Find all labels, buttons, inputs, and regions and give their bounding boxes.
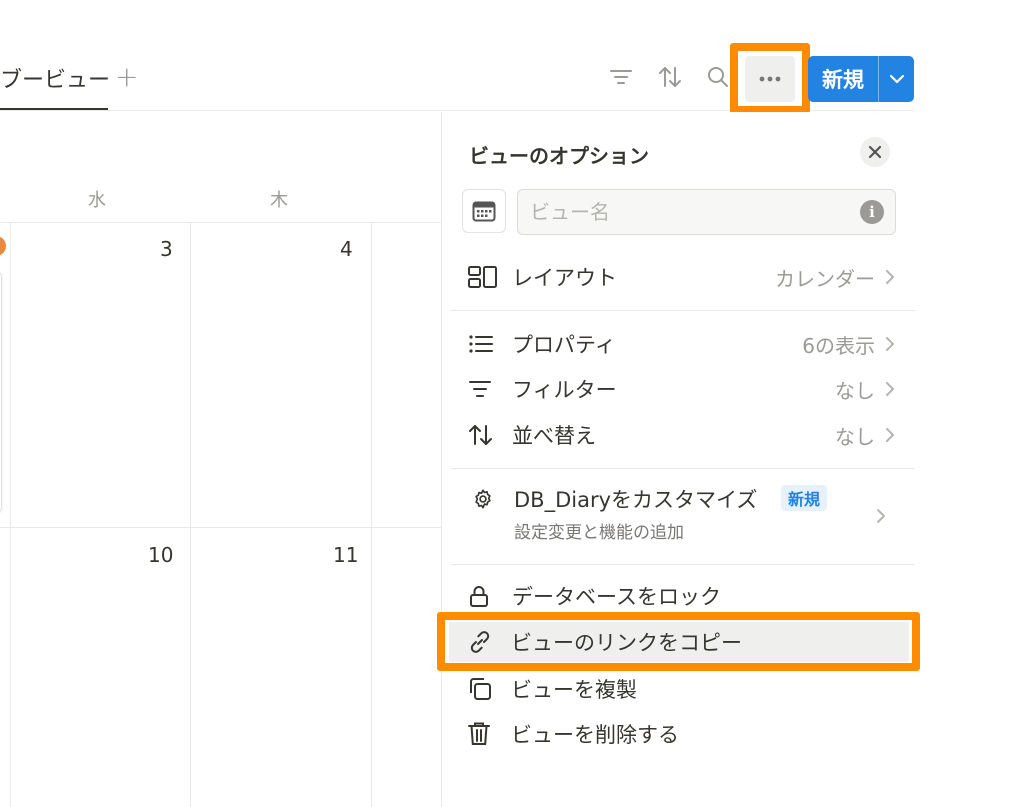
lock-database-label: データベースをロック [512,585,721,609]
chevron-right-icon [885,427,915,443]
close-icon [868,145,882,159]
grid-line [0,222,441,223]
divider [450,310,915,311]
event-card[interactable] [0,272,2,512]
chevron-right-icon [885,269,915,285]
gear-icon [472,488,494,514]
layout-label: レイアウト [512,266,617,290]
new-badge: 新規 [781,485,828,511]
filter-option[interactable]: フィルター なし [442,367,915,411]
add-view-button[interactable]: + [115,60,138,93]
duplicate-view-option[interactable]: ビューを複製 [441,667,914,711]
divider [450,468,915,469]
more-options-button[interactable] [745,56,795,102]
view-icon-picker[interactable] [462,189,506,233]
list-icon [468,333,512,355]
sort-icon[interactable] [657,64,683,90]
trash-icon [467,721,511,747]
weekday-label: 水 [88,190,106,211]
properties-value: 6の表示 [802,333,875,358]
new-button-label: 新規 [822,68,864,92]
new-button[interactable]: 新規 [808,56,914,102]
chevron-down-icon[interactable] [879,74,914,84]
tab-current-view[interactable]: ブービュー [0,62,110,110]
layout-option[interactable]: レイアウト カレンダー [442,255,915,299]
chevron-right-icon [885,381,915,397]
filter-label: フィルター [512,378,617,402]
calendar-icon [472,201,496,222]
filter-value: なし [835,378,875,403]
chevron-right-icon [885,336,915,352]
close-button[interactable] [860,137,890,167]
layout-value: カレンダー [775,266,875,291]
grid-line [0,527,441,528]
today-marker [0,236,6,256]
sort-value: なし [835,424,875,449]
day-number[interactable]: 3 [160,237,173,261]
layout-icon [468,266,512,288]
info-icon[interactable]: i [860,200,884,224]
filter-icon[interactable] [608,64,634,90]
sort-icon [468,423,512,447]
grid-line [371,222,372,807]
filter-icon [468,378,512,400]
customize-option[interactable]: DB_Diaryをカスタマイズ 新規 設定変更と機能の追加 [442,480,915,552]
sort-option[interactable]: 並べ替え なし [442,413,915,457]
customize-label: DB_Diaryをカスタマイズ [514,488,758,512]
grid-line [10,222,11,807]
weekday-label: 木 [270,190,288,211]
view-name-input[interactable] [517,189,896,235]
lock-icon [468,584,512,608]
view-tab-bar: ブービュー + 新規 [0,0,1024,114]
delete-view-option[interactable]: ビューを削除する [441,712,914,756]
day-number[interactable]: 10 [148,543,173,567]
properties-option[interactable]: プロパティ 6の表示 [442,322,915,366]
copy-link-option[interactable]: ビューのリンクをコピー [441,620,914,664]
panel-title: ビューのオプション [469,144,649,168]
search-icon[interactable] [705,64,731,90]
day-number[interactable]: 11 [333,543,358,567]
divider [0,110,914,111]
customize-subtitle: 設定変更と機能の追加 [514,523,684,543]
grid-line [190,222,191,807]
divider [450,564,915,565]
sort-label: 並べ替え [512,424,596,448]
link-icon [467,629,511,655]
lock-database-option[interactable]: データベースをロック [442,574,915,618]
delete-view-label: ビューを削除する [511,723,679,747]
ellipsis-icon [759,76,781,82]
chevron-right-icon [876,508,886,528]
day-number[interactable]: 4 [340,237,353,261]
properties-label: プロパティ [512,333,616,357]
duplicate-view-label: ビューを複製 [511,678,637,702]
duplicate-icon [467,676,511,702]
copy-link-label: ビューのリンクをコピー [511,631,742,655]
